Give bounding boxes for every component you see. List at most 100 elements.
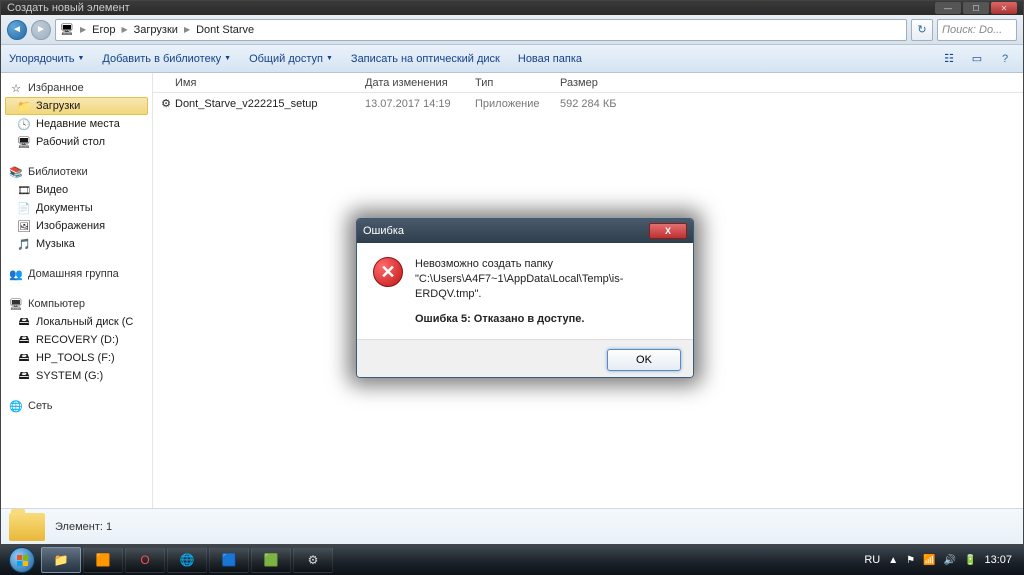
breadcrumb-item[interactable]: Dont Starve	[196, 24, 254, 36]
toolbar-burn[interactable]: Записать на оптический диск	[351, 53, 500, 65]
breadcrumb-sep-icon: ▶	[184, 25, 190, 34]
dialog-line3: Ошибка 5: Отказано в доступе.	[415, 312, 677, 327]
tray-clock[interactable]: 13:07	[984, 554, 1012, 566]
toolbar-include-label: Добавить в библиотеку	[102, 53, 221, 65]
command-toolbar: Упорядочить▼ Добавить в библиотеку▼ Общи…	[1, 45, 1023, 73]
view-options-button[interactable]: ☷	[939, 49, 959, 69]
close-button[interactable]: ✕	[991, 2, 1017, 14]
tray-volume-icon[interactable]: 🔊	[944, 555, 956, 566]
sidebar-recovery-disk[interactable]: 🖴RECOVERY (D:)	[5, 331, 148, 349]
sidebar-label: Музыка	[36, 238, 75, 250]
sidebar-pictures[interactable]: 🖼Изображения	[5, 217, 148, 235]
sidebar-local-disk[interactable]: 🖴Локальный диск (C	[5, 313, 148, 331]
column-size[interactable]: Размер	[560, 77, 680, 89]
file-name: Dont_Starve_v222215_setup	[175, 98, 365, 110]
tray-network-icon[interactable]: 📶	[923, 555, 935, 566]
file-size: 592 284 КБ	[560, 98, 680, 110]
library-icon: 📚	[9, 165, 23, 179]
search-input[interactable]: Поиск: Do...	[937, 19, 1017, 41]
video-icon: 🎞	[17, 183, 31, 197]
toolbar-organize[interactable]: Упорядочить▼	[9, 53, 84, 65]
error-dialog: Ошибка X ✕ Невозможно создать папку "C:\…	[356, 218, 694, 378]
sidebar-label: Рабочий стол	[36, 136, 105, 148]
dialog-line1: Невозможно создать папку	[415, 258, 553, 270]
sidebar-hptools-disk[interactable]: 🖴HP_TOOLS (F:)	[5, 349, 148, 367]
taskbar-explorer[interactable]: 📁	[41, 547, 81, 573]
column-type[interactable]: Тип	[475, 77, 560, 89]
nav-back-button[interactable]: ◄	[7, 20, 27, 40]
file-row[interactable]: ⚙ Dont_Starve_v222215_setup 13.07.2017 1…	[153, 93, 1023, 114]
minimize-button[interactable]: —	[935, 2, 961, 14]
dialog-close-button[interactable]: X	[649, 223, 687, 239]
start-button[interactable]	[4, 546, 40, 574]
breadcrumb-item[interactable]: Загрузки	[134, 24, 178, 36]
taskbar: 📁 🟧 O 🌐 🟦 🟩 ⚙ RU ▲ ⚑ 📶 🔊 🔋 13:07	[0, 545, 1024, 575]
file-type: Приложение	[475, 98, 560, 110]
tray-flag-icon[interactable]: ⚑	[906, 555, 915, 566]
preview-pane-button[interactable]: ▭	[967, 49, 987, 69]
tray-arrow-icon[interactable]: ▲	[888, 555, 898, 566]
nav-forward-button[interactable]: ►	[31, 20, 51, 40]
drive-icon: 🖴	[17, 369, 31, 383]
application-icon: ⚙	[157, 97, 175, 110]
sidebar-libraries-header[interactable]: 📚 Библиотеки	[5, 163, 148, 181]
sidebar-downloads[interactable]: 📁 Загрузки	[5, 97, 148, 115]
taskbar-app[interactable]: 🟩	[251, 547, 291, 573]
sidebar-homegroup[interactable]: 👥Домашняя группа	[5, 265, 148, 283]
breadcrumb-bar[interactable]: 🖥 ▶ Егор ▶ Загрузки ▶ Dont Starve	[55, 19, 907, 41]
breadcrumb-sep-icon: ▶	[122, 25, 128, 34]
dialog-ok-button[interactable]: OK	[607, 349, 681, 371]
taskbar-app[interactable]: 🟦	[209, 547, 249, 573]
taskbar-app[interactable]: 🟧	[83, 547, 123, 573]
sidebar-computer-header[interactable]: 🖥Компьютер	[5, 295, 148, 313]
help-button[interactable]: ?	[995, 49, 1015, 69]
sidebar-video[interactable]: 🎞 Видео	[5, 181, 148, 199]
sidebar-music[interactable]: 🎵 Музыка	[5, 235, 148, 253]
address-bar-row: ◄ ► 🖥 ▶ Егор ▶ Загрузки ▶ Dont Starve ↻ …	[1, 15, 1023, 45]
dialog-line2: "C:\Users\A4F7~1\AppData\Local\Temp\is-E…	[415, 273, 623, 300]
breadcrumb-item[interactable]: Егор	[92, 24, 115, 36]
picture-icon: 🖼	[17, 219, 31, 233]
sidebar-documents[interactable]: 📄 Документы	[5, 199, 148, 217]
toolbar-include[interactable]: Добавить в библиотеку▼	[102, 53, 231, 65]
desktop-icon: 🖥	[17, 135, 31, 149]
taskbar-app[interactable]: ⚙	[293, 547, 333, 573]
tray-battery-icon[interactable]: 🔋	[964, 555, 976, 566]
navigation-sidebar: ☆ Избранное 📁 Загрузки 🕓Недавние места 🖥 Ра…	[1, 73, 153, 508]
refresh-button[interactable]: ↻	[911, 19, 933, 41]
sidebar-label: HP_TOOLS (F:)	[36, 352, 115, 364]
chevron-down-icon: ▼	[77, 55, 84, 62]
sidebar-label: Избранное	[28, 82, 84, 94]
toolbar-newfolder[interactable]: Новая папка	[518, 53, 582, 65]
column-header-row: Имя Дата изменения Тип Размер	[153, 73, 1023, 93]
drive-icon: 🖴	[17, 333, 31, 347]
sidebar-label: Недавние места	[36, 118, 120, 130]
tray-lang[interactable]: RU	[864, 554, 880, 566]
dialog-titlebar: Ошибка X	[357, 219, 693, 243]
sidebar-label: Видео	[36, 184, 68, 196]
system-tray: RU ▲ ⚑ 📶 🔊 🔋 13:07	[864, 554, 1020, 566]
document-icon: 📄	[17, 201, 31, 215]
sidebar-desktop[interactable]: 🖥 Рабочий стол	[5, 133, 148, 151]
folder-icon: 📁	[17, 99, 31, 113]
taskbar-chrome[interactable]: 🌐	[167, 547, 207, 573]
toolbar-share[interactable]: Общий доступ▼	[249, 53, 333, 65]
column-date[interactable]: Дата изменения	[365, 77, 475, 89]
computer-icon: 🖥	[9, 297, 23, 311]
drive-icon: 🖴	[17, 315, 31, 329]
column-name[interactable]: Имя	[175, 77, 365, 89]
sidebar-label: Документы	[36, 202, 93, 214]
sidebar-network[interactable]: 🌐Сеть	[5, 397, 148, 415]
sidebar-favorites-header[interactable]: ☆ Избранное	[5, 79, 148, 97]
sidebar-label: SYSTEM (G:)	[36, 370, 103, 382]
sidebar-label: Домашняя группа	[28, 268, 119, 280]
taskbar-opera[interactable]: O	[125, 547, 165, 573]
maximize-button[interactable]: ☐	[963, 2, 989, 14]
star-icon: ☆	[9, 81, 23, 95]
sidebar-recent[interactable]: 🕓Недавние места	[5, 115, 148, 133]
music-icon: 🎵	[17, 237, 31, 251]
sidebar-label: Библиотеки	[28, 166, 88, 178]
sidebar-system-disk[interactable]: 🖴 SYSTEM (G:)	[5, 367, 148, 385]
sidebar-label: Загрузки	[36, 100, 80, 112]
window-titlebar: Создать новый элемент — ☐ ✕	[1, 1, 1023, 15]
